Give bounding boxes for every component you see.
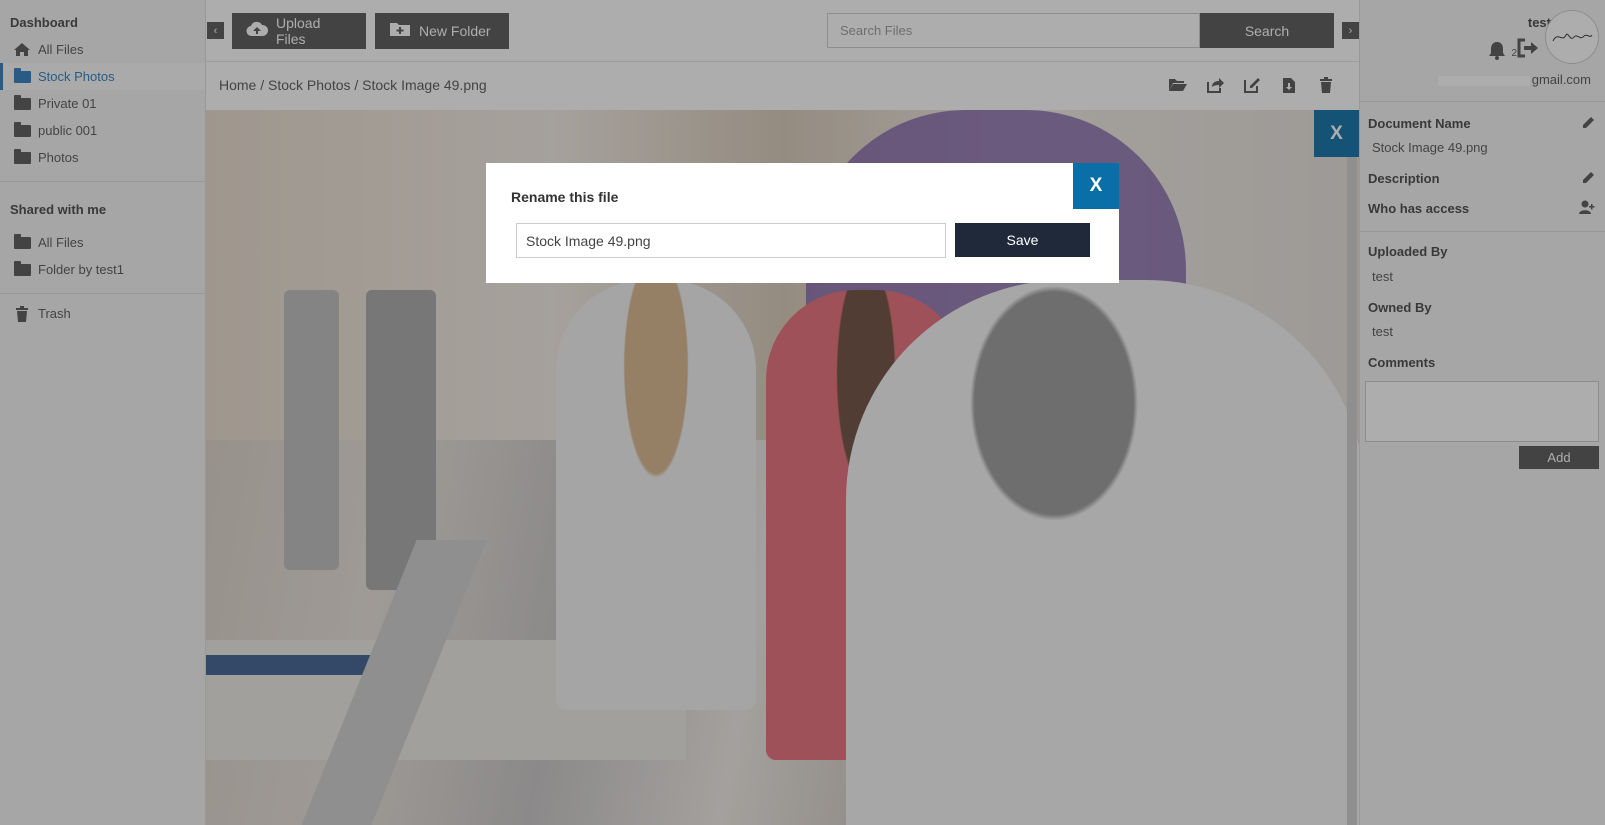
save-button[interactable]: Save [955,223,1090,257]
rename-dialog: Rename this file X Stock Image 49.png Sa… [486,163,1119,283]
file-name-input[interactable]: Stock Image 49.png [516,223,946,258]
modal-backdrop[interactable] [0,0,1605,825]
close-dialog-button[interactable]: X [1073,163,1119,209]
rename-dialog-title: Rename this file [511,189,619,205]
